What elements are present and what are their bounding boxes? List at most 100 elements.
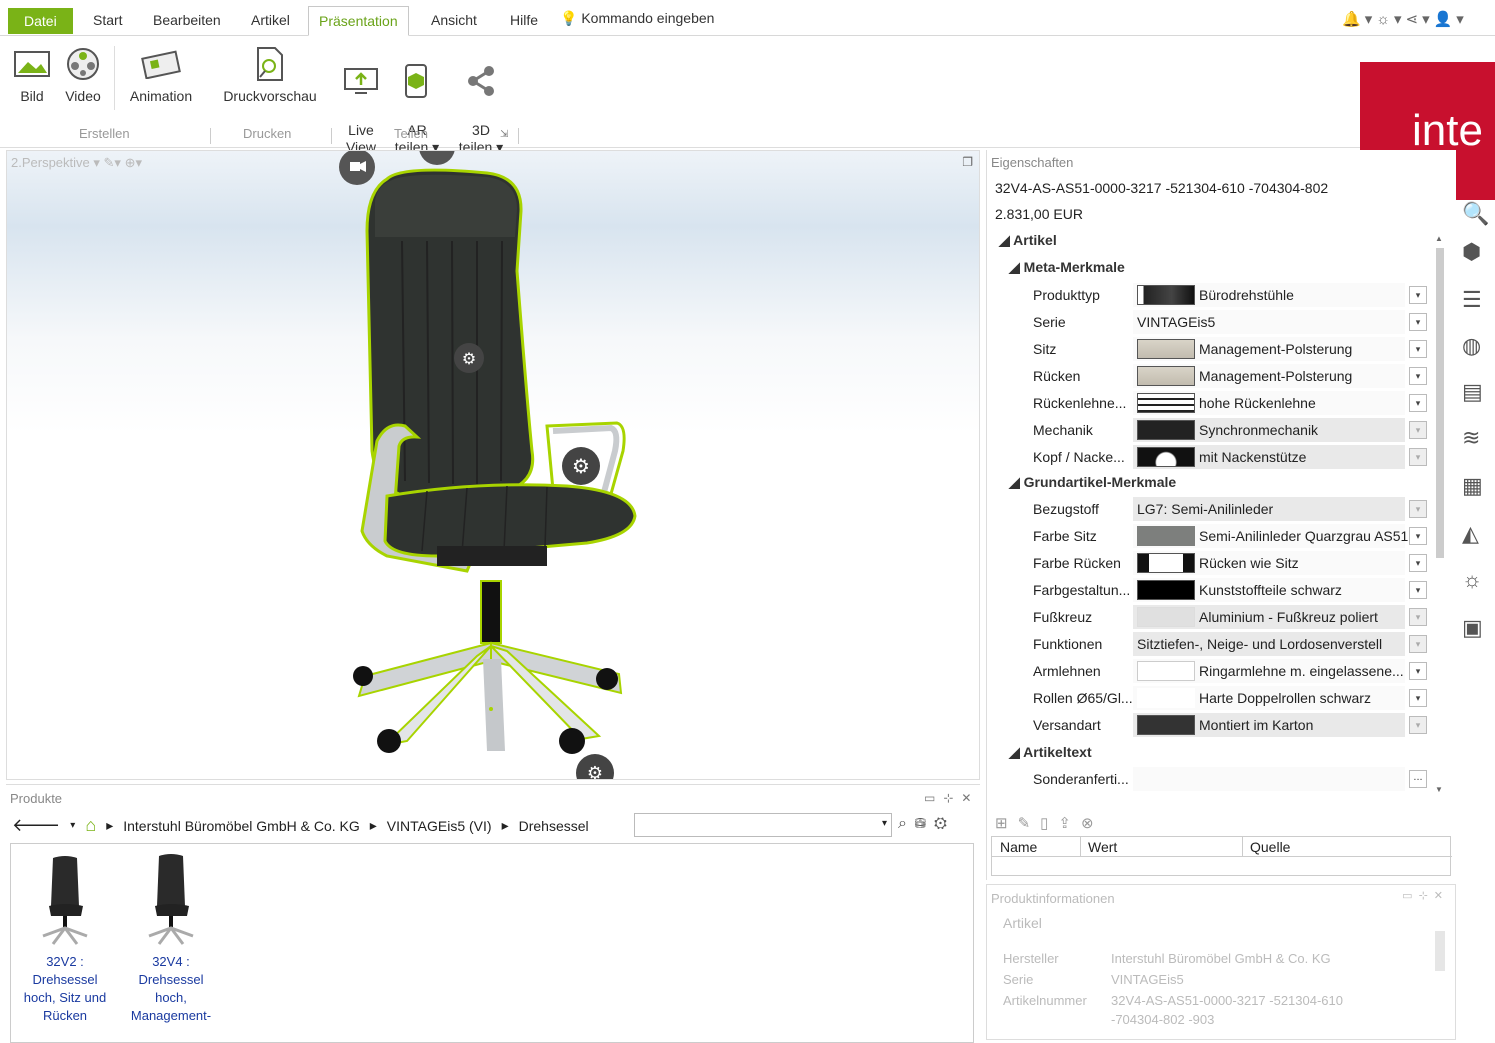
more-button[interactable]: ... xyxy=(1409,770,1427,788)
property-row: Fußkreuz Aluminium - Fußkreuz poliert ▾ xyxy=(991,604,1431,630)
gear-icon: ⚙ xyxy=(576,754,614,779)
dropdown-button[interactable]: ▾ xyxy=(1409,554,1427,572)
dropdown-button[interactable]: ▾ xyxy=(1409,286,1427,304)
share-icon[interactable]: ⋖ xyxy=(1406,11,1423,28)
page-icon[interactable]: ▯ xyxy=(1040,815,1058,832)
info-section: Artikel xyxy=(1003,915,1042,931)
dropdown-button[interactable]: ▾ xyxy=(1409,448,1427,466)
section-grund[interactable]: ◢ Grundartikel-Merkmale xyxy=(1009,474,1176,491)
section-meta[interactable]: ◢ Meta-Merkmale xyxy=(1009,259,1125,276)
panel-controls[interactable]: ▭⊹✕ xyxy=(1402,889,1449,902)
products-tools: ⌕⛁⚙ xyxy=(898,815,955,833)
menu-ansicht[interactable]: Ansicht xyxy=(421,6,487,34)
column-header[interactable]: Name xyxy=(1000,839,1037,855)
column-header[interactable]: Quelle xyxy=(1250,839,1290,855)
menu-artikel[interactable]: Artikel xyxy=(241,6,300,34)
dropdown-button[interactable]: ▾ xyxy=(1409,394,1427,412)
property-tools: ⊞✎▯⇪⊗ xyxy=(995,814,1104,832)
scrollbar[interactable] xyxy=(1435,931,1445,971)
user-icon[interactable]: 👤 xyxy=(1434,11,1457,28)
swatch-thumbnail xyxy=(1137,339,1195,359)
archive-icon[interactable]: ▤ xyxy=(1462,379,1494,409)
scrollbar[interactable]: ▲ ▼ xyxy=(1435,234,1445,794)
price: 2.831,00 EUR xyxy=(995,206,1083,222)
cancel-icon[interactable]: ⊗ xyxy=(1081,815,1104,832)
search-page-icon[interactable]: 🔍 xyxy=(1462,201,1494,231)
group-drucken: Drucken xyxy=(243,126,292,141)
menu-start[interactable]: Start xyxy=(83,6,133,34)
swatch-thumbnail xyxy=(1137,393,1195,413)
dropdown-button[interactable]: ▾ xyxy=(1409,527,1427,545)
dropdown-button[interactable]: ▾ xyxy=(1409,340,1427,358)
swatch-thumbnail xyxy=(1137,553,1195,573)
settings-icon[interactable]: ⚙ xyxy=(934,815,955,832)
dropdown-button[interactable]: ▾ xyxy=(1409,716,1427,734)
dropdown-button[interactable]: ▾ xyxy=(1409,367,1427,385)
menu-bearbeiten[interactable]: Bearbeiten xyxy=(143,6,231,34)
image-icon[interactable]: ▣ xyxy=(1462,615,1494,645)
light-icon[interactable]: ☼ xyxy=(1462,567,1494,597)
list-icon[interactable]: ☰ xyxy=(1462,287,1494,317)
product-item[interactable]: 32V4 : Drehsessel hoch, Management- xyxy=(121,854,221,1025)
add-icon[interactable]: ⊞ xyxy=(995,815,1018,832)
druckvorschau-button[interactable]: Druckvorschau xyxy=(220,44,320,105)
box-icon[interactable]: ⬢ xyxy=(1462,239,1494,269)
texture-icon[interactable]: ▦ xyxy=(1462,473,1494,503)
svg-text:⚙: ⚙ xyxy=(572,454,590,478)
breadcrumb-item[interactable]: VINTAGEis5 (VI) xyxy=(387,818,492,834)
group-teilen: Teilen xyxy=(394,126,428,141)
terrain-icon[interactable]: ◭ xyxy=(1462,521,1494,551)
product-item[interactable]: 32V2 : Drehsessel hoch, Sitz und Rücken xyxy=(15,854,115,1025)
animation-button[interactable]: Animation xyxy=(124,44,198,105)
article-code: 32V4-AS-AS51-0000-3217 -521304-610 -7043… xyxy=(995,180,1329,196)
property-row: Sonderanferti... ... xyxy=(991,766,1431,792)
layers-icon[interactable]: ≋ xyxy=(1462,425,1494,455)
dialog-launcher-icon[interactable]: ⇲ xyxy=(500,129,508,140)
swatch-thumbnail xyxy=(1137,715,1195,735)
swatch-thumbnail xyxy=(1137,447,1195,467)
section-artikeltext[interactable]: ◢ Artikeltext xyxy=(1009,744,1092,761)
panel-controls[interactable]: ▭⊹✕ xyxy=(924,791,979,805)
breadcrumb-item[interactable]: Interstuhl Büromöbel GmbH & Co. KG xyxy=(123,818,360,834)
column-header[interactable]: Wert xyxy=(1088,839,1117,855)
pen-icon[interactable]: ✎ xyxy=(1018,815,1041,832)
filter-icon[interactable]: ⛁ xyxy=(915,815,934,832)
back-arrow-icon[interactable]: 🡐 xyxy=(12,815,60,836)
dropdown-button[interactable]: ▾ xyxy=(1409,500,1427,518)
property-row: Farbgestaltun... Kunststoffteile schwarz ▾ xyxy=(991,577,1431,603)
property-row: Sitz Management-Polsterung ▾ xyxy=(991,336,1431,362)
menu-datei[interactable]: Datei xyxy=(8,8,73,34)
section-artikel[interactable]: ◢ Artikel xyxy=(999,232,1057,249)
sun-icon[interactable]: ☼ xyxy=(1376,11,1394,28)
dropdown-button[interactable]: ▾ xyxy=(1409,608,1427,626)
products-title: Produkte xyxy=(10,791,63,806)
property-row: Farbe Rücken Rücken wie Sitz ▾ xyxy=(991,550,1431,576)
search-icon[interactable]: ⌕ xyxy=(898,815,915,832)
breadcrumb-item[interactable]: Drehsessel xyxy=(519,818,589,834)
notification-icon[interactable]: 🔔 xyxy=(1342,11,1365,28)
dropdown-button[interactable]: ▾ xyxy=(1409,662,1427,680)
3d-viewport[interactable]: 2.Perspektive ▾ ✎▾ ⊕▾ ❐ ⚙ ⚙ ⚙ xyxy=(6,150,980,780)
live-view-icon xyxy=(341,61,381,101)
dropdown-button[interactable]: ▾ xyxy=(1409,635,1427,653)
bild-button[interactable]: Bild xyxy=(10,44,54,105)
command-input[interactable]: 💡 Kommando eingeben xyxy=(560,10,714,27)
globe-icon[interactable]: ◍ xyxy=(1462,333,1494,363)
chair-model[interactable]: ⚙ ⚙ ⚙ xyxy=(7,151,980,780)
export-icon[interactable]: ⇪ xyxy=(1058,815,1081,832)
search-input[interactable]: ▾ xyxy=(634,813,892,837)
swatch-thumbnail xyxy=(1137,607,1195,627)
right-toolbar: 🔍 ⬢ ☰ ◍ ▤ ≋ ▦ ◭ ☼ ▣ xyxy=(1458,195,1495,655)
dropdown-button[interactable]: ▾ xyxy=(1409,581,1427,599)
video-button[interactable]: Video xyxy=(60,44,106,105)
product-info-panel: Produktinformationen ▭⊹✕ Artikel Herstel… xyxy=(986,884,1456,1040)
home-icon[interactable]: ⌂ xyxy=(85,815,96,836)
property-row: Farbe Sitz Semi-Anilinleder Quarzgrau AS5… xyxy=(991,523,1431,549)
dropdown-button[interactable]: ▾ xyxy=(1409,421,1427,439)
dropdown-button[interactable]: ▾ xyxy=(1409,689,1427,707)
property-row: Kopf / Nacke... mit Nackenstütze ▾ xyxy=(991,444,1431,470)
menu-hilfe[interactable]: Hilfe xyxy=(500,6,548,34)
property-row: Rollen Ø65/Gl... Harte Doppelrollen schwa… xyxy=(991,685,1431,711)
dropdown-button[interactable]: ▾ xyxy=(1409,313,1427,331)
menu-praesentation[interactable]: Präsentation xyxy=(308,6,409,36)
